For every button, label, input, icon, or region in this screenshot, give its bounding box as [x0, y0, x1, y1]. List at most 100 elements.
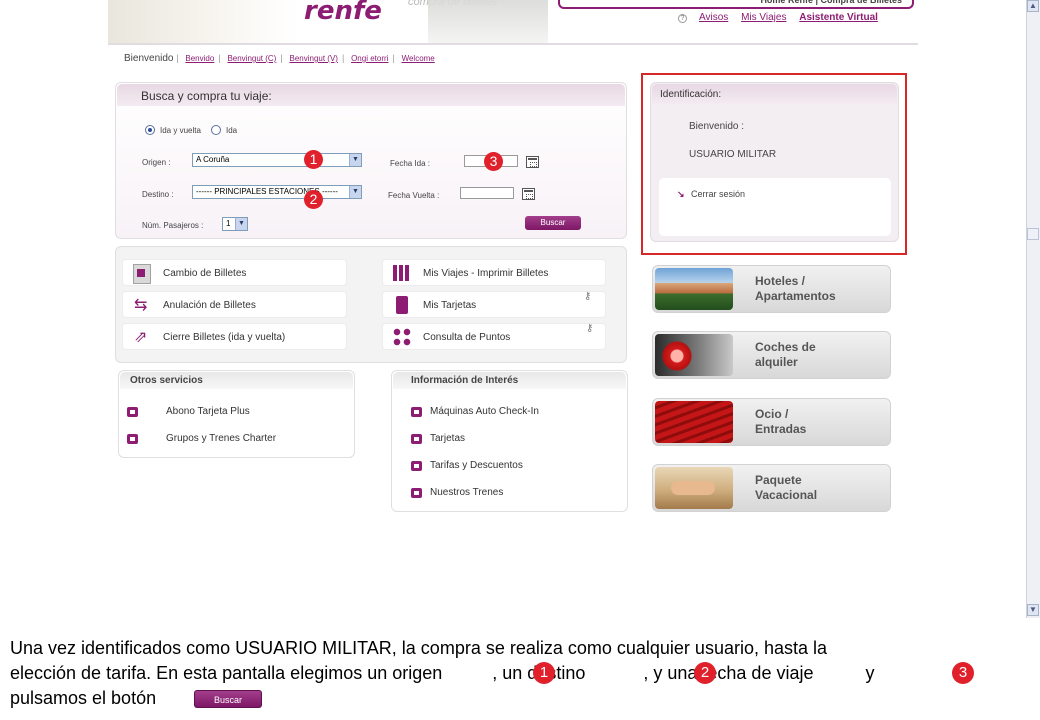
- quick-link-cierre[interactable]: Cierre Billetes (ida y vuelta): [122, 323, 347, 350]
- info-link[interactable]: Tarifas y Descuentos: [430, 460, 523, 471]
- promo-hoteles[interactable]: Hoteles / Apartamentos: [652, 265, 891, 313]
- info-box: Información de Interés Máquinas Auto Che…: [391, 370, 628, 512]
- instruction-caption: Una vez identificados como USUARIO MILIT…: [10, 636, 1030, 711]
- quick-link-anulacion[interactable]: Anulación de Billetes: [122, 291, 347, 318]
- user-name: USUARIO MILITAR: [689, 149, 777, 160]
- key-icon: ⚷: [586, 323, 594, 334]
- checkin-icon: [411, 407, 422, 417]
- lang-link-en[interactable]: Welcome: [402, 54, 435, 63]
- promo-paquete[interactable]: Paquete Vacacional: [652, 464, 891, 512]
- promo-coches[interactable]: Coches de alquiler: [652, 331, 891, 379]
- calendar-icon[interactable]: [526, 156, 539, 168]
- logout-link[interactable]: Cerrar sesión: [691, 189, 745, 199]
- train-icon: [411, 488, 422, 498]
- identification-title: Identificación:: [652, 84, 897, 104]
- info-link[interactable]: Tarjetas: [430, 433, 465, 444]
- oneway-radio[interactable]: [211, 125, 221, 135]
- lang-current: Bienvenido: [124, 53, 174, 64]
- oneway-label: Ida: [226, 126, 238, 135]
- search-panel-title: Busca y compra tu viaje:: [117, 84, 625, 106]
- other-services-title: Otros servicios: [120, 372, 353, 389]
- vertical-scrollbar[interactable]: [1026, 0, 1040, 618]
- hotel-image: [655, 268, 733, 310]
- asistente-virtual-link[interactable]: Asistente Virtual: [799, 12, 878, 23]
- key-icon: ⚷: [584, 291, 592, 302]
- mis-viajes-link[interactable]: Mis Viajes: [741, 12, 786, 23]
- beach-image: [655, 467, 733, 509]
- quick-link-puntos[interactable]: Consulta de Puntos: [382, 323, 606, 350]
- close-ticket-icon: [129, 325, 155, 349]
- groups-icon: [127, 434, 138, 444]
- info-link[interactable]: Nuestros Trenes: [430, 487, 503, 498]
- roundtrip-label: Ida y vuelta: [160, 126, 201, 135]
- other-services-box: Otros servicios Abono Tarjeta Plus Grupo…: [118, 370, 355, 458]
- roundtrip-radio[interactable]: [145, 125, 155, 135]
- abono-icon: [127, 407, 138, 417]
- other-service-link[interactable]: Grupos y Trenes Charter: [166, 433, 276, 444]
- search-button[interactable]: Buscar: [525, 216, 581, 230]
- car-image: [655, 334, 733, 376]
- lang-link-va[interactable]: Benvingut (V): [289, 54, 337, 63]
- points-icon: [389, 325, 415, 349]
- ticket-change-icon: [129, 261, 155, 285]
- step-marker-1: 1: [304, 150, 323, 169]
- calendar-icon[interactable]: [522, 188, 535, 200]
- theater-image: [655, 401, 733, 443]
- quick-links-panel: Cambio de Billetes Anulación de Billetes…: [115, 246, 627, 363]
- quick-link-mis-viajes[interactable]: Mis Viajes - Imprimir Billetes: [382, 259, 606, 286]
- quick-link-cambio[interactable]: Cambio de Billetes: [122, 259, 347, 286]
- destination-select[interactable]: ------ PRINCIPALES ESTACIONES ------ ▼: [192, 185, 362, 199]
- renfe-logo[interactable]: renfe: [304, 0, 382, 26]
- trips-print-icon: [389, 261, 415, 285]
- info-icon: ?: [678, 14, 687, 23]
- info-link[interactable]: Máquinas Auto Check-In: [430, 406, 539, 417]
- chevron-down-icon: ▼: [235, 218, 247, 230]
- caption-line-1: Una vez identificados como USUARIO MILIT…: [10, 638, 828, 658]
- step-marker-2: 2: [304, 190, 323, 209]
- date-back-label: Fecha Vuelta :: [388, 191, 440, 200]
- date-out-label: Fecha Ida :: [390, 159, 431, 168]
- identification-highlight: Identificación: Bienvenido : USUARIO MIL…: [641, 73, 907, 255]
- identification-panel: Identificación: Bienvenido : USUARIO MIL…: [650, 82, 899, 242]
- top-menu[interactable]: Home Renfe | Compra de Billetes: [558, 0, 914, 9]
- cards-icon: [411, 434, 422, 444]
- caption-line-3: pulsamos el botón: [10, 688, 157, 708]
- chevron-down-icon: ▼: [349, 154, 361, 166]
- quick-link-mis-tarjetas[interactable]: Mis Tarjetas: [382, 291, 606, 318]
- lang-link-eu[interactable]: Ongi etorri: [351, 54, 388, 63]
- passengers-label: Núm. Pasajeros :: [142, 221, 204, 230]
- step-marker-3: 3: [484, 152, 503, 171]
- lang-link-ca[interactable]: Benvingut (C): [227, 54, 276, 63]
- card-icon: [389, 293, 415, 317]
- arrow-icon: ↘: [677, 189, 685, 199]
- site-header: renfe compra de billetes Home Renfe | Co…: [108, 0, 918, 45]
- date-back-input[interactable]: [460, 187, 514, 199]
- scroll-up-icon[interactable]: ▲: [1027, 0, 1039, 12]
- origin-select[interactable]: A Coruña ▼: [192, 153, 362, 167]
- scroll-thumb[interactable]: [1027, 228, 1039, 240]
- header-photo: [108, 0, 298, 43]
- destination-label: Destino :: [142, 190, 174, 199]
- lang-link-gl[interactable]: Benvido: [185, 54, 214, 63]
- caption-line-2: elección de tarifa. En esta pantalla ele…: [10, 663, 875, 683]
- chevron-down-icon: ▼: [349, 186, 361, 198]
- logout-box: [659, 178, 891, 236]
- info-title: Información de Interés: [393, 372, 626, 389]
- avisos-link[interactable]: Avisos: [699, 12, 728, 23]
- header-photo-travelers: [428, 0, 548, 43]
- origin-label: Origen :: [142, 158, 171, 167]
- language-bar: Bienvenido | Benvido | Benvingut (C) | Ben…: [124, 53, 435, 64]
- caption-marker-3: 3: [952, 662, 974, 684]
- caption-marker-1: 1: [533, 662, 555, 684]
- caption-search-button: Buscar: [194, 690, 262, 708]
- welcome-label: Bienvenido :: [689, 121, 745, 132]
- cancel-ticket-icon: [129, 293, 155, 317]
- search-panel: Busca y compra tu viaje: Ida y vuelta Id…: [115, 82, 627, 239]
- promo-ocio[interactable]: Ocio / Entradas: [652, 398, 891, 446]
- other-service-link[interactable]: Abono Tarjeta Plus: [166, 406, 250, 417]
- scroll-down-icon[interactable]: ▼: [1027, 604, 1039, 616]
- header-links: ? Avisos Mis Viajes Asistente Virtual: [678, 12, 878, 23]
- euro-icon: [411, 461, 422, 471]
- passengers-select[interactable]: 1 ▼: [222, 217, 248, 231]
- caption-marker-2: 2: [694, 662, 716, 684]
